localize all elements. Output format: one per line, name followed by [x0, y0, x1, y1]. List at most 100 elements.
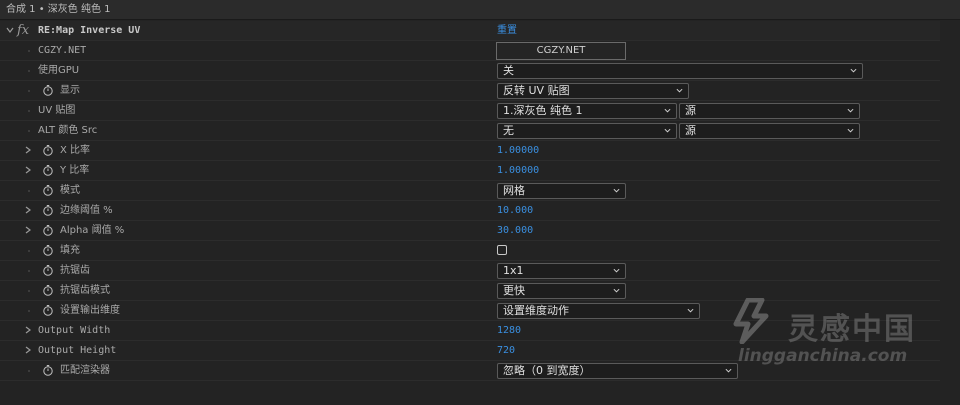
output-width-value[interactable]: 1280	[497, 321, 521, 341]
chevron-down-icon	[613, 268, 620, 273]
param-row-yratio: Y 比率 1.00000	[0, 161, 940, 181]
param-label: 抗锯齿模式	[60, 285, 110, 296]
dropdown-value: 1.深灰色 纯色 1	[503, 104, 583, 117]
chevron-down-icon	[613, 288, 620, 293]
fill-checkbox[interactable]	[497, 245, 507, 255]
altcolor-source-dropdown[interactable]: 源	[679, 123, 860, 139]
tree-dot	[28, 290, 30, 292]
antialias-dropdown[interactable]: 1x1	[497, 263, 626, 279]
param-label: 抗锯齿	[60, 265, 90, 276]
uvmap-source-dropdown[interactable]: 源	[679, 103, 860, 119]
tree-dot	[28, 110, 30, 112]
param-label: Y 比率	[60, 165, 90, 176]
expand-chevron-icon[interactable]	[24, 326, 32, 334]
altcolor-layer-dropdown[interactable]: 无	[497, 123, 677, 139]
output-dimension-dropdown[interactable]: 设置维度动作	[497, 303, 700, 319]
param-label: 边缘阈值 %	[60, 205, 113, 216]
chevron-down-icon	[847, 108, 854, 113]
stopwatch-icon[interactable]	[42, 84, 54, 96]
param-label: 匹配渲染器	[60, 365, 110, 376]
match-renderer-dropdown[interactable]: 忽略（0 到宽度）	[497, 363, 738, 379]
param-row-display: 显示 反转 UV 贴图	[0, 81, 940, 101]
chevron-down-icon	[850, 68, 857, 73]
output-height-value[interactable]: 720	[497, 341, 515, 361]
expand-chevron-icon[interactable]	[24, 146, 32, 154]
tree-dot	[28, 90, 30, 92]
param-label: UV 贴图	[38, 105, 76, 116]
dropdown-value: 源	[685, 124, 696, 137]
scrollbar-track[interactable]	[940, 21, 960, 405]
alpha-threshold-value[interactable]: 30.000	[497, 221, 533, 241]
expand-chevron-icon[interactable]	[6, 26, 14, 34]
dropdown-value: 1x1	[503, 264, 524, 277]
tree-dot	[28, 70, 30, 72]
tree-dot	[28, 190, 30, 192]
param-row-alpha: Alpha 阈值 % 30.000	[0, 221, 940, 241]
expand-chevron-icon[interactable]	[24, 346, 32, 354]
param-label: ALT 颜色 Src	[38, 125, 98, 136]
expand-chevron-icon[interactable]	[24, 206, 32, 214]
watermark-text-cn: 灵感中国	[788, 312, 916, 347]
param-label: 使用GPU	[38, 65, 80, 76]
dropdown-value: 设置维度动作	[503, 304, 569, 317]
stopwatch-icon[interactable]	[42, 164, 54, 176]
effect-name: RE:Map Inverse UV	[38, 25, 141, 36]
param-row-altcolor: ALT 颜色 Src 无 源	[0, 121, 940, 141]
dropdown-value: 更快	[503, 284, 525, 297]
fx-icon[interactable]: fx	[17, 23, 29, 38]
expand-chevron-icon[interactable]	[24, 226, 32, 234]
param-label: 模式	[60, 185, 80, 196]
dropdown-value: 忽略（0 到宽度）	[503, 364, 591, 377]
param-row-cgzy: CGZY.NET CGZY.NET	[0, 41, 940, 61]
panel-title: 合成 1 • 深灰色 纯色 1	[0, 0, 960, 20]
expand-chevron-icon[interactable]	[24, 166, 32, 174]
param-row-antialias: 抗锯齿 1x1	[0, 261, 940, 281]
stopwatch-icon[interactable]	[42, 264, 54, 276]
param-row-mode: 模式 网格	[0, 181, 940, 201]
mode-dropdown[interactable]: 网格	[497, 183, 626, 199]
watermark-text-en: lingganchina.com	[738, 346, 908, 366]
chevron-down-icon	[847, 128, 854, 133]
tree-dot	[28, 310, 30, 312]
stopwatch-icon[interactable]	[42, 364, 54, 376]
tree-dot	[28, 130, 30, 132]
stopwatch-icon[interactable]	[42, 204, 54, 216]
chevron-down-icon	[676, 88, 683, 93]
stopwatch-icon[interactable]	[42, 144, 54, 156]
param-row-fill: 填充	[0, 241, 940, 261]
stopwatch-icon[interactable]	[42, 224, 54, 236]
watermark: 灵感中国 lingganchina.com	[728, 296, 940, 376]
reset-link[interactable]: 重置	[497, 21, 517, 41]
param-label: 显示	[60, 85, 80, 96]
stopwatch-icon[interactable]	[42, 184, 54, 196]
param-label: 填充	[60, 245, 80, 256]
yratio-value[interactable]: 1.00000	[497, 161, 539, 181]
chevron-down-icon	[613, 188, 620, 193]
xratio-value[interactable]: 1.00000	[497, 141, 539, 161]
param-label: 设置输出维度	[60, 305, 120, 316]
cgzy-button[interactable]: CGZY.NET	[496, 42, 626, 60]
edge-threshold-value[interactable]: 10.000	[497, 201, 533, 221]
aamode-dropdown[interactable]: 更快	[497, 283, 626, 299]
effect-header-row[interactable]: fx RE:Map Inverse UV 重置	[0, 21, 940, 41]
stopwatch-icon[interactable]	[42, 244, 54, 256]
chevron-down-icon	[664, 108, 671, 113]
dropdown-value: 反转 UV 贴图	[503, 84, 570, 97]
gpu-dropdown[interactable]: 关	[497, 63, 863, 79]
stopwatch-icon[interactable]	[42, 284, 54, 296]
param-row-gpu: 使用GPU 关	[0, 61, 940, 81]
tree-dot	[28, 50, 30, 52]
dropdown-value: 网格	[503, 184, 525, 197]
param-row-edge: 边缘阈值 % 10.000	[0, 201, 940, 221]
chevron-down-icon	[687, 308, 694, 313]
stopwatch-icon[interactable]	[42, 304, 54, 316]
param-row-xratio: X 比率 1.00000	[0, 141, 940, 161]
tree-dot	[28, 270, 30, 272]
dropdown-value: 源	[685, 104, 696, 117]
watermark-logo-icon	[733, 298, 769, 344]
tree-dot	[28, 250, 30, 252]
param-label: Output Width	[38, 325, 111, 336]
param-label: X 比率	[60, 145, 91, 156]
uvmap-layer-dropdown[interactable]: 1.深灰色 纯色 1	[497, 103, 677, 119]
display-dropdown[interactable]: 反转 UV 贴图	[497, 83, 689, 99]
